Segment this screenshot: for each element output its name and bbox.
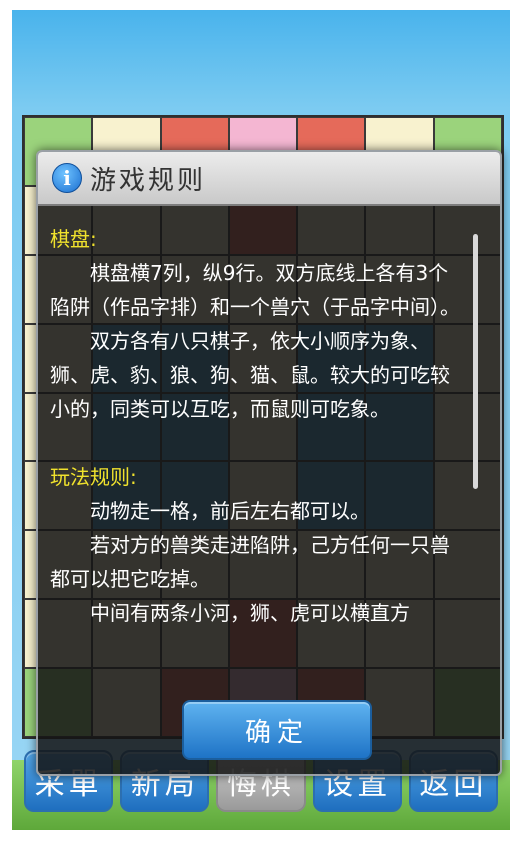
section-heading-rules: 玩法规则: xyxy=(50,465,137,489)
rules-paragraph-1: 动物走一格，前后左右都可以。 xyxy=(90,499,370,523)
dialog-title: 游戏规则 xyxy=(90,165,207,196)
rules-paragraph-3: 中间有两条小河，狮、虎可以横直方 xyxy=(90,601,410,625)
board-paragraph-1: 棋盘横7列，纵9行。双方底线上各有3个陷阱（作品字排）和一个兽穴（于品字中间）。 xyxy=(50,261,460,319)
rules-dialog: i 游戏规则 棋盘: 棋盘横7列，纵9行。双方底线上各有3个陷阱（作品字排）和一… xyxy=(36,150,502,776)
rules-paragraph-2: 若对方的兽类走进陷阱，己方任何一只兽都可以把它吃掉。 xyxy=(50,533,450,591)
board-paragraph-2: 双方各有八只棋子，依大小顺序为象、狮、虎、豹、狼、狗、猫、鼠。较大的可吃较小的，… xyxy=(50,329,450,421)
game-screen: 采單 新局 悔棋 设置 返回 i 游戏规则 棋盘: 棋盘横7列，纵9行。双方底线… xyxy=(12,10,510,830)
info-icon: i xyxy=(52,163,82,193)
dialog-scrollbar[interactable] xyxy=(473,234,478,489)
dialog-body[interactable]: 棋盘: 棋盘横7列，纵9行。双方底线上各有3个陷阱（作品字排）和一个兽穴（于品字… xyxy=(50,222,460,682)
dialog-header: i 游戏规则 xyxy=(38,152,500,206)
section-heading-board: 棋盘: xyxy=(50,227,97,251)
confirm-button[interactable]: 确定 xyxy=(182,700,372,760)
